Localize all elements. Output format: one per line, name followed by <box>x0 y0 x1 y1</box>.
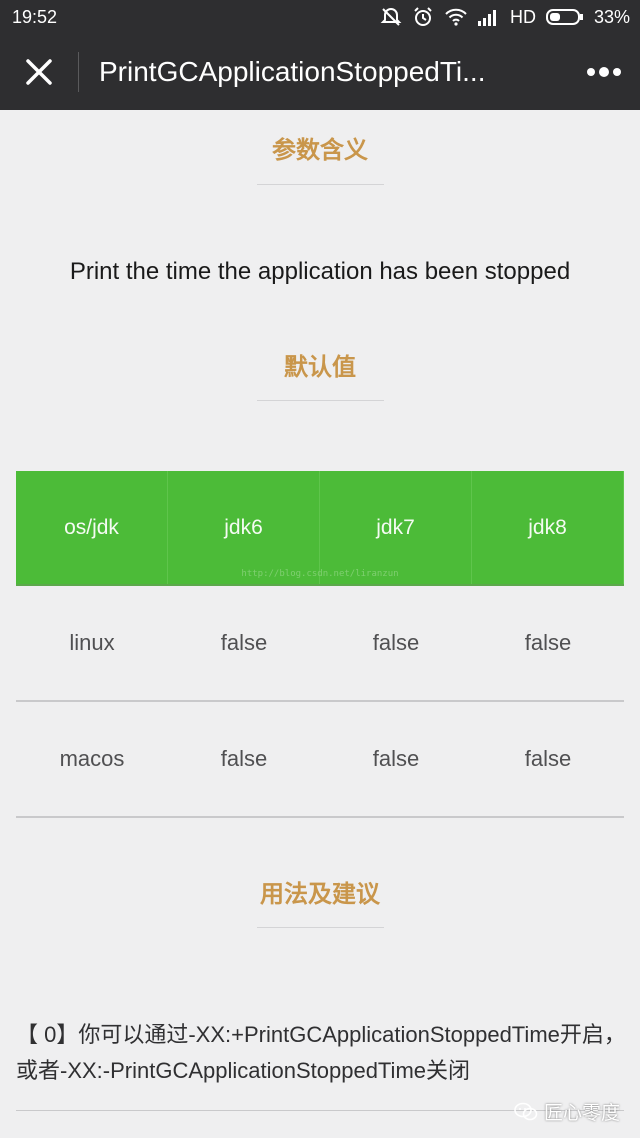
table-cell: false <box>372 630 420 655</box>
network-type: HD <box>509 6 536 27</box>
page-title: PrintGCApplicationStoppedTi... <box>99 56 486 87</box>
table-cell: false <box>524 746 572 771</box>
section-divider <box>257 927 384 928</box>
brand-watermark: 匠心零度 <box>514 1098 620 1125</box>
more-icon <box>587 67 621 77</box>
table-header-cell: jdk6 <box>168 471 320 584</box>
section-title-default: 默认值 <box>284 354 356 381</box>
wifi-icon <box>444 7 468 27</box>
table-row: macos false false false <box>16 702 624 818</box>
signal-icon <box>477 8 500 26</box>
status-time: 19:52 <box>12 6 58 27</box>
default-value-table: os/jdk jdk6 jdk7 jdk8 http://blog.csdn.n… <box>16 471 624 818</box>
table-row: linux false false false <box>16 586 624 702</box>
close-icon <box>26 59 52 85</box>
table-cell: false <box>220 630 268 655</box>
table-cell: false <box>220 746 268 771</box>
table-cell: false <box>524 630 572 655</box>
mute-icon <box>380 6 402 28</box>
table-header-cell: jdk7 <box>320 471 472 584</box>
section-title-meaning: 参数含义 <box>272 137 368 164</box>
close-button[interactable] <box>0 34 78 110</box>
usage-text: 【 0】你可以通过-XX:+PrintGCApplicationStoppedT… <box>16 1022 626 1083</box>
section-divider <box>257 184 384 185</box>
meaning-text: Print the time the application has been … <box>69 258 571 285</box>
brand-name: 匠心零度 <box>543 1103 620 1124</box>
section-divider <box>257 400 384 401</box>
more-button[interactable] <box>568 34 640 110</box>
wechat-icon <box>514 1102 538 1120</box>
alarm-icon <box>412 6 434 28</box>
image-watermark: http://blog.csdn.net/liranzun <box>241 569 399 579</box>
table-header-row: os/jdk jdk6 jdk7 jdk8 http://blog.csdn.n… <box>16 471 624 586</box>
table-header-cell: jdk8 <box>472 471 624 584</box>
table-cell: macos <box>59 746 125 771</box>
section-title-usage: 用法及建议 <box>260 881 380 908</box>
app-bar: PrintGCApplicationStoppedTi... <box>0 34 640 110</box>
status-bar: 19:52 HD 33% <box>0 0 640 34</box>
battery-icon <box>545 8 584 26</box>
table-header-cell: os/jdk <box>16 471 168 584</box>
table-cell: false <box>372 746 420 771</box>
status-icons: HD 33% <box>380 6 630 28</box>
table-cell: linux <box>69 630 115 655</box>
battery-percent: 33% <box>593 6 630 27</box>
